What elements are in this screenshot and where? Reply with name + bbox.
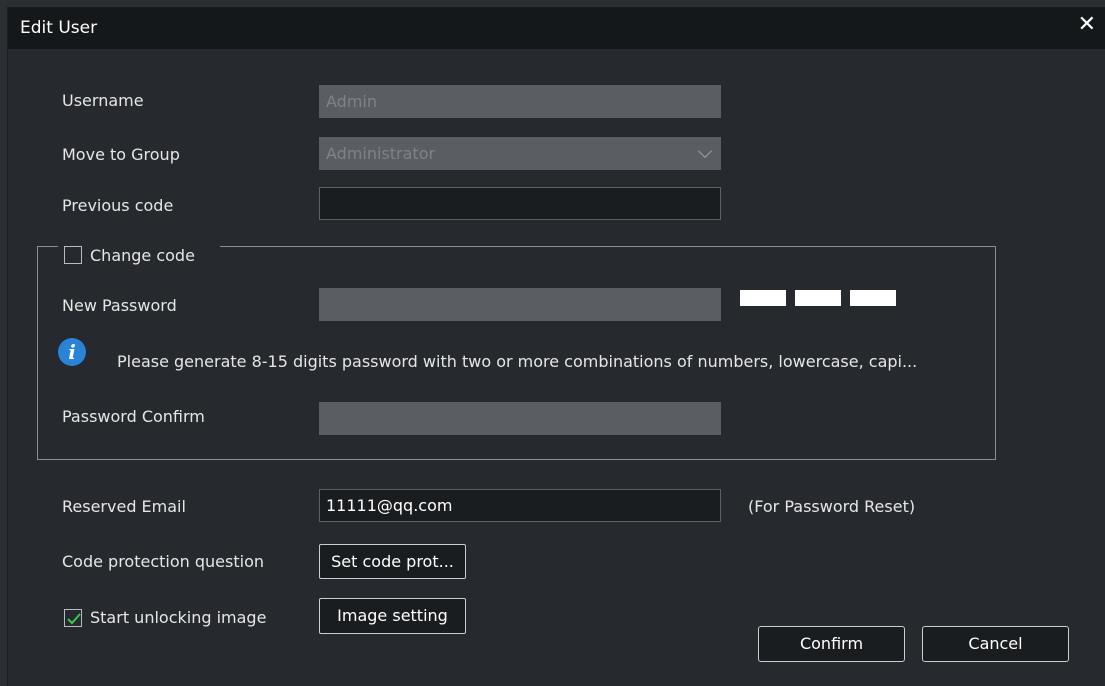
new-password-input[interactable] (319, 288, 721, 321)
reserved-email-note: (For Password Reset) (748, 497, 916, 516)
reserved-email-label: Reserved Email (62, 497, 186, 516)
close-icon[interactable]: ✕ (1078, 12, 1096, 37)
reserved-email-input[interactable]: 11111@qq.com (319, 489, 721, 522)
confirm-button[interactable]: Confirm (758, 626, 905, 662)
checkmark-icon (67, 613, 81, 625)
change-code-checkbox[interactable] (64, 246, 82, 264)
password-confirm-input[interactable] (319, 402, 721, 435)
group-select-value: Administrator (326, 144, 436, 163)
chevron-down-icon (697, 143, 713, 159)
group-label: Move to Group (62, 145, 180, 164)
password-hint: Please generate 8-15 digits password wit… (117, 352, 918, 371)
image-setting-button[interactable]: Image setting (319, 598, 466, 634)
strength-bar-weak (740, 290, 786, 306)
dialog-title: Edit User (20, 18, 98, 38)
previous-code-label: Previous code (62, 196, 174, 215)
info-icon: i (58, 338, 86, 366)
unlock-image-checkbox[interactable] (64, 609, 82, 627)
cancel-button[interactable]: Cancel (922, 626, 1069, 662)
strength-bar-strong (850, 290, 896, 306)
password-confirm-label: Password Confirm (62, 407, 205, 426)
username-label: Username (62, 91, 144, 110)
code-protection-label: Code protection question (62, 552, 264, 571)
new-password-label: New Password (62, 296, 177, 315)
title-bar: Edit User ✕ (8, 8, 1105, 49)
set-code-protection-button[interactable]: Set code prot... (319, 544, 466, 579)
unlock-image-label[interactable]: Start unlocking image (90, 608, 266, 627)
group-select: Administrator (319, 137, 721, 170)
change-code-label[interactable]: Change code (90, 246, 195, 265)
strength-bar-medium (795, 290, 841, 306)
previous-code-input[interactable] (319, 187, 721, 220)
username-field: Admin (319, 85, 721, 118)
